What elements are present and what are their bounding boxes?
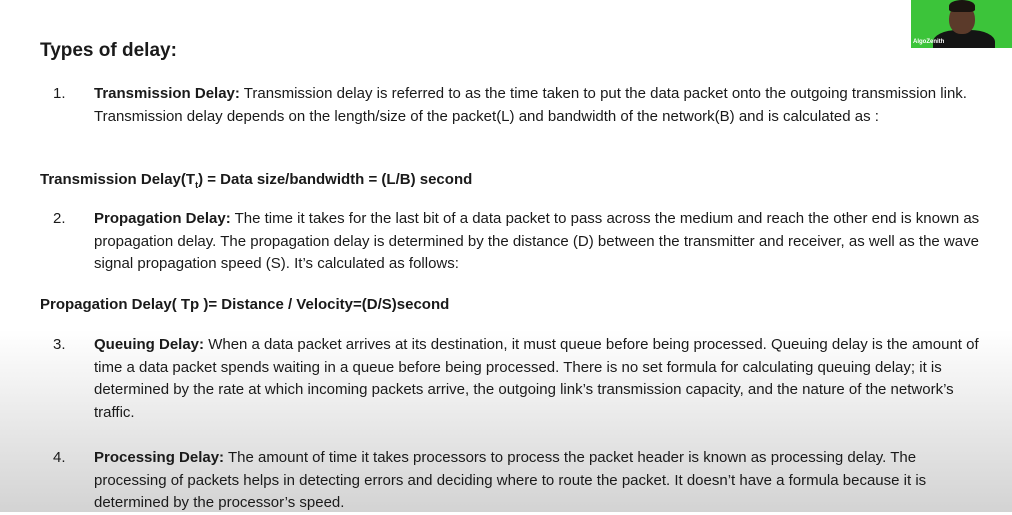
list-item-text: Propagation Delay: The time it takes for… [94,208,989,276]
transmission-delay-formula: Transmission Delay(Tt) = Data size/bandw… [40,171,473,190]
presenter-hair [949,0,975,12]
webcam-overlay: AlgoZenith [911,0,1012,48]
list-number: 3. [53,336,66,353]
page-title: Types of delay: [40,40,177,61]
term-label: Transmission Delay: [94,85,240,102]
list-item-text: Processing Delay: The amount of time it … [94,447,989,515]
list-item-text: Queuing Delay: When a data packet arrive… [94,334,989,424]
list-number: 2. [53,210,66,227]
list-number: 1. [53,85,66,102]
term-description: When a data packet arrives at its destin… [94,336,979,421]
list-number: 4. [53,449,66,466]
term-label: Propagation Delay: [94,210,231,227]
webcam-label: AlgoZenith [913,39,945,45]
propagation-delay-formula: Propagation Delay( Tp )= Distance / Velo… [40,296,450,313]
term-label: Queuing Delay: [94,336,205,353]
term-label: Processing Delay: [94,449,225,466]
list-item-text: Transmission Delay: Transmission delay i… [94,83,989,128]
